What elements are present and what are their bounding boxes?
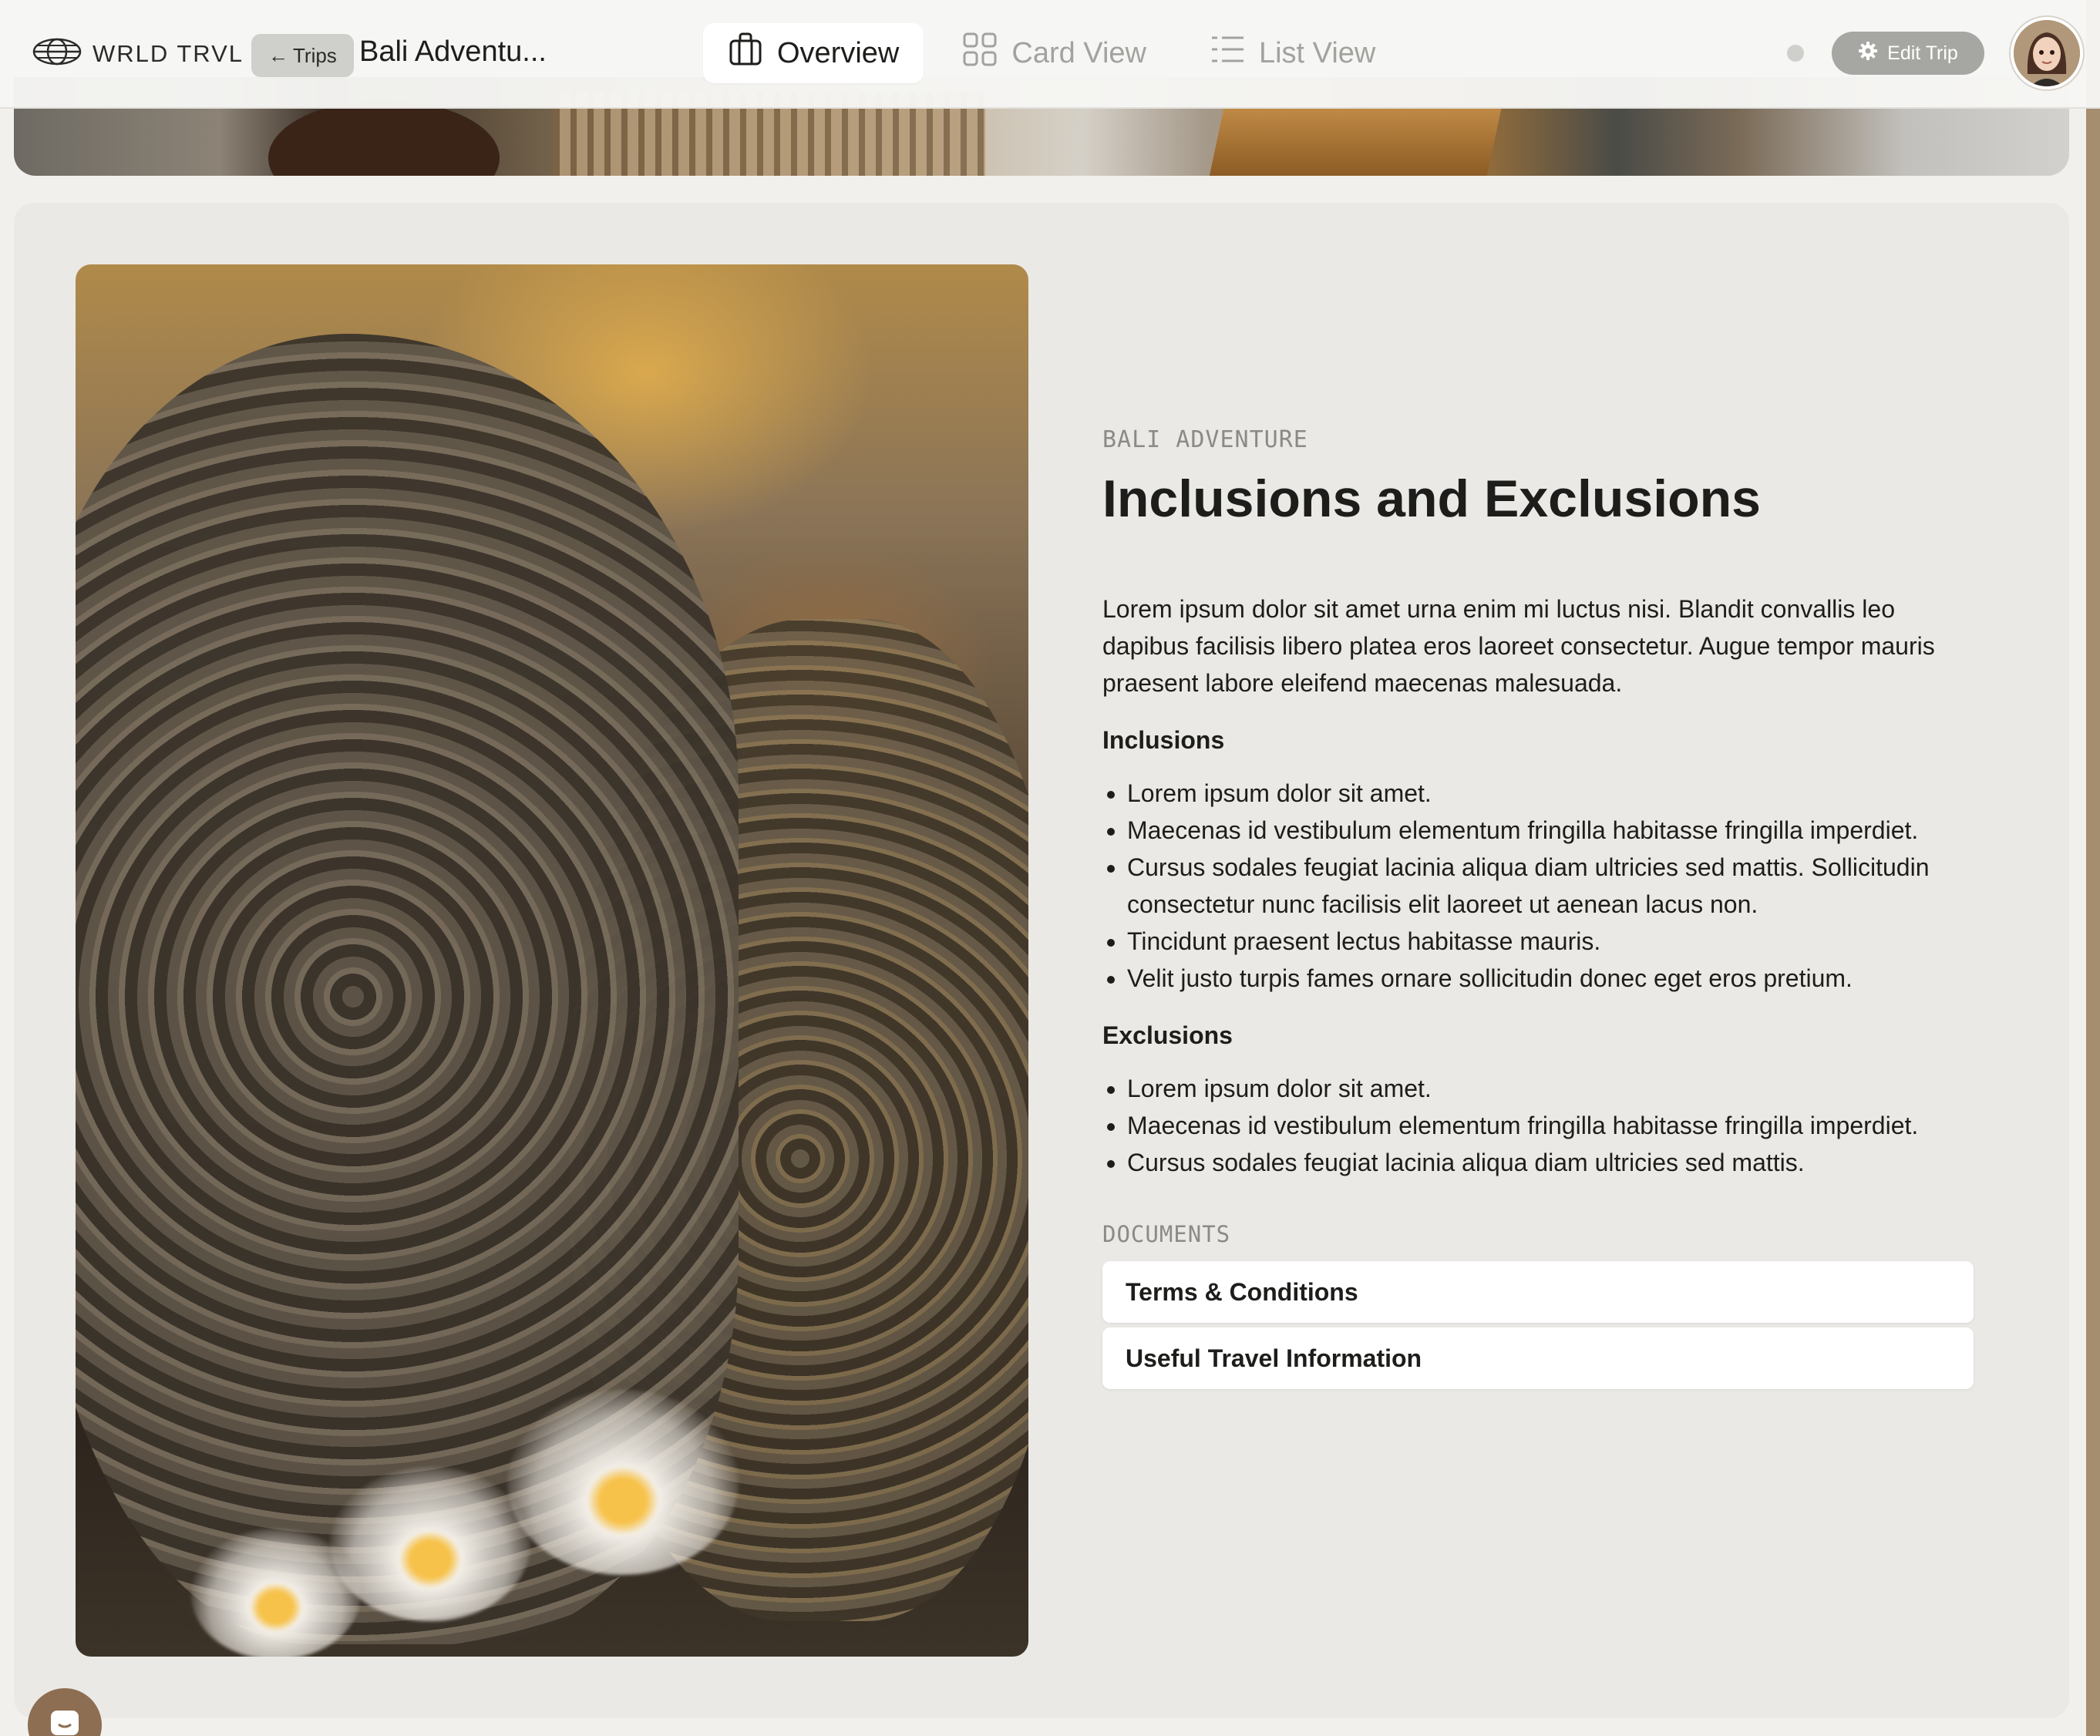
status-indicator (1787, 45, 1804, 62)
inclusions-heading: Inclusions (1102, 726, 1225, 755)
list-item: Velit justo turpis fames ornare sollicit… (1127, 960, 1974, 997)
list-icon (1210, 32, 1245, 75)
globe-icon (32, 37, 82, 70)
list-item: Maecenas id vestibulum elementum fringil… (1127, 1107, 1974, 1144)
back-button-label: Trips (293, 43, 337, 67)
brand-name: WRLD TRVL (93, 39, 244, 67)
user-avatar[interactable] (2011, 17, 2083, 89)
tab-label: Card View (1011, 36, 1146, 69)
view-tabs: Overview Card View List View (703, 23, 1400, 83)
tab-label: Overview (777, 36, 900, 69)
list-item: Tincidunt praesent lectus habitasse maur… (1127, 923, 1974, 960)
documents-list: Terms & Conditions Useful Travel Informa… (1102, 1261, 1974, 1390)
brand-logo[interactable]: WRLD TRVL (32, 37, 244, 70)
list-item: Lorem ipsum dolor sit amet. (1127, 775, 1974, 812)
trip-title: Bali Adventu... (359, 35, 547, 68)
gear-icon (1858, 41, 1878, 66)
top-nav: WRLD TRVL ← Trips Bali Adventu... Overvi… (0, 0, 2100, 109)
exclusions-list: Lorem ipsum dolor sit amet. Maecenas id … (1102, 1070, 1974, 1181)
suitcase-icon (728, 32, 763, 75)
content-column: BALI ADVENTURE Inclusions and Exclusions… (1102, 426, 1974, 1390)
tab-overview[interactable]: Overview (703, 23, 924, 83)
tab-label: List View (1258, 36, 1376, 69)
chat-icon (48, 1707, 82, 1736)
documents-label: DOCUMENTS (1102, 1221, 1231, 1248)
intro-paragraph: Lorem ipsum dolor sit amet urna enim mi … (1102, 595, 1935, 698)
document-terms-link[interactable]: Terms & Conditions (1102, 1261, 1974, 1324)
document-travel-info-link[interactable]: Useful Travel Information (1102, 1327, 1974, 1390)
edit-button-label: Edit Trip (1887, 42, 1958, 64)
list-item: Maecenas id vestibulum elementum fringil… (1127, 812, 1974, 849)
inclusions-card: BALI ADVENTURE Inclusions and Exclusions… (14, 203, 2069, 1718)
grid-icon (962, 32, 998, 75)
list-item: Cursus sodales feugiat lacinia aliqua di… (1127, 849, 1974, 923)
section-eyebrow: BALI ADVENTURE (1102, 426, 1308, 453)
inclusions-list: Lorem ipsum dolor sit amet. Maecenas id … (1102, 775, 1974, 997)
bali-statue-photo (76, 264, 1028, 1657)
tab-card-view[interactable]: Card View (937, 23, 1171, 83)
tab-list-view[interactable]: List View (1185, 23, 1400, 83)
section-heading: Inclusions and Exclusions (1102, 469, 1761, 528)
back-to-trips-button[interactable]: ← Trips (251, 34, 354, 77)
exclusions-heading: Exclusions (1102, 1021, 1233, 1050)
list-item: Cursus sodales feugiat lacinia aliqua di… (1127, 1144, 1974, 1181)
window-edge (2086, 0, 2100, 1736)
arrow-left-icon: ← (268, 43, 288, 67)
edit-trip-button[interactable]: Edit Trip (1832, 32, 1984, 75)
list-item: Lorem ipsum dolor sit amet. (1127, 1070, 1974, 1107)
